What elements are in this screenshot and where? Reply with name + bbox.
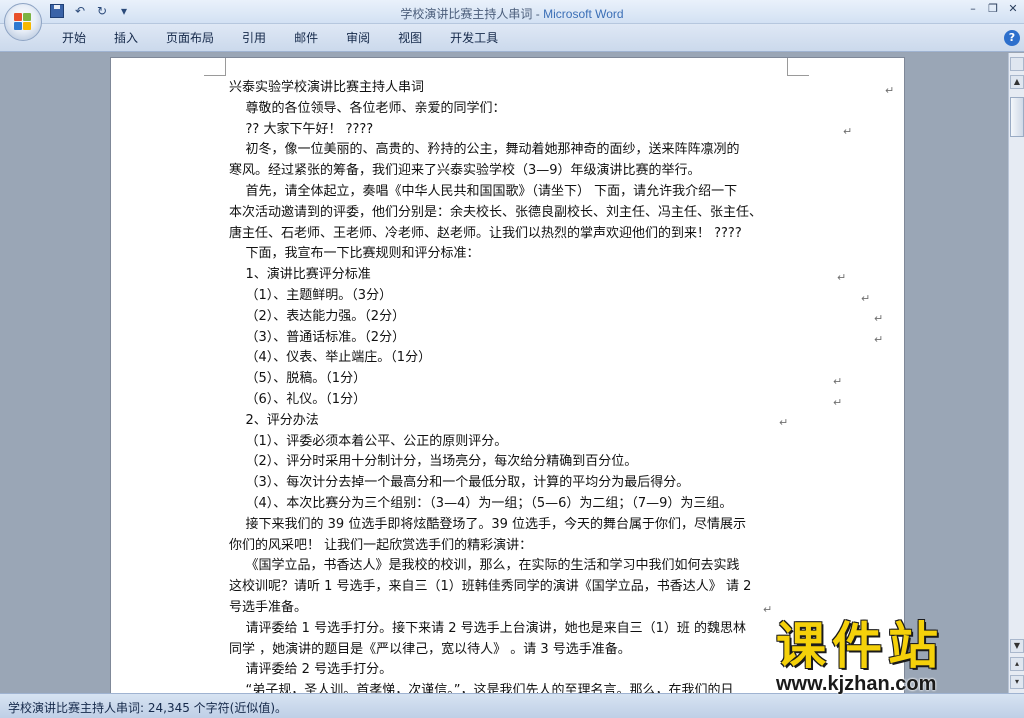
- window-controls: – ❐ ✕: [966, 2, 1020, 15]
- document-area: 兴泰实验学校演讲比赛主持人串词 尊敬的各位领导、各位老师、亲爱的同学们： ?? …: [0, 53, 1008, 693]
- document-line: （6）、礼仪。（1分）: [229, 391, 367, 407]
- document-line: ?? 大家下午好！ ????: [229, 121, 374, 137]
- office-logo-icon: [14, 13, 32, 31]
- document-line: （2）、评分时采用十分制计分，当场亮分，每次给分精确到百分位。: [229, 454, 638, 470]
- document-line: （4）、仪表、举止端庄。（1分）: [229, 350, 432, 366]
- document-line: 1、演讲比赛评分标准: [229, 267, 371, 283]
- document-line: 尊敬的各位领导、各位老师、亲爱的同学们：: [229, 100, 506, 116]
- document-line: 本次活动邀请到的评委，他们分别是：余夫校长、张德良副校长、刘主任、冯主任、张主任…: [229, 204, 763, 220]
- document-line: （3）、普通话标准。（2分）: [229, 329, 406, 345]
- app-name: Microsoft Word: [543, 7, 624, 21]
- page-corner-mark: [787, 58, 809, 76]
- status-bar: 学校演讲比赛主持人串词: 24,345 个字符(近似值)。: [0, 693, 1024, 718]
- ribbon-tab[interactable]: 开始: [48, 30, 100, 46]
- document-line: 请评委给 1 号选手打分。接下来请 2 号选手上台演讲，她也是来自三（1）班 的…: [229, 620, 747, 636]
- restore-button[interactable]: ❐: [986, 2, 1000, 15]
- document-line: 号选手准备。: [229, 599, 308, 615]
- watermark-logo: 课件站 www.kjzhan.com: [776, 618, 1016, 694]
- ribbon-tab[interactable]: 视图: [384, 30, 436, 46]
- document-line: 首先，请全体起立，奏唱《中华人民共和国国歌》（请坐下） 下面，请允许我介绍一下: [229, 183, 738, 199]
- ribbon-tab[interactable]: 邮件: [280, 30, 332, 46]
- paragraph-mark: ↵: [861, 292, 871, 305]
- document-line: 寒风。经过紧张的筹备，我们迎来了兴泰实验学校（3—9）年级演讲比赛的举行。: [229, 163, 701, 179]
- ribbon-tab[interactable]: 引用: [228, 30, 280, 46]
- document-line: 这校训呢？请听 1 号选手，来自三（1）班韩佳秀同学的演讲《国学立品，书香达人》…: [229, 579, 752, 595]
- paragraph-mark: ↵: [779, 416, 789, 429]
- document-title: 学校演讲比赛主持人串词: [400, 7, 533, 21]
- document-line: （1）、主题鲜明。（3分）: [229, 287, 393, 303]
- watermark-brand: 课件站: [776, 617, 944, 675]
- paragraph-mark: ↵: [874, 312, 884, 325]
- scroll-up-icon[interactable]: ▲: [1010, 75, 1024, 89]
- vertical-scrollbar[interactable]: ▲ ▼ ▴ ▾: [1008, 53, 1024, 693]
- document-line: 唐主任、石老师、王老师、冷老师、赵老师。让我们以热烈的掌声欢迎他们的到来！ ??…: [229, 225, 742, 241]
- ribbon-tabs: 开始 插入 页面布局 引用 邮件 审阅 视图 开发工具: [48, 30, 512, 46]
- close-button[interactable]: ✕: [1006, 2, 1020, 15]
- document-line: （2）、表达能力强。（2分）: [229, 308, 406, 324]
- document-line: 《国学立品，书香达人》是我校的校训，那么，在实际的生活和学习中我们如何去实践: [229, 558, 740, 574]
- document-line: 同学 ，她演讲的题目是《严以律己，宽以待人》 。请 3 号选手准备。: [229, 641, 631, 657]
- title-bar: ↶ ↻ ▾ 学校演讲比赛主持人串词 - Microsoft Word – ❐ ✕: [0, 0, 1024, 24]
- minimize-button[interactable]: –: [966, 2, 980, 15]
- document-line: 接下来我们的 39 位选手即将炫酷登场了。39 位选手，今天的舞台属于你们，尽情…: [229, 516, 747, 532]
- ribbon-tab[interactable]: 开发工具: [436, 30, 512, 46]
- paragraph-mark: ↵: [833, 375, 843, 388]
- paragraph-mark: ↵: [885, 84, 895, 97]
- document-line: 请评委给 2 号选手打分。: [229, 662, 393, 678]
- help-icon[interactable]: ?: [1004, 30, 1020, 46]
- ribbon-tab[interactable]: 审阅: [332, 30, 384, 46]
- office-button[interactable]: [4, 3, 42, 41]
- document-line: 初冬，像一位美丽的、高贵的、矜持的公主，舞动着她那神奇的面纱，送来阵阵凛冽的: [229, 142, 740, 158]
- title-separator: -: [532, 7, 544, 21]
- document-line: 2、评分办法: [229, 412, 319, 428]
- document-line: （4）、本次比赛分为三个组别：（3—4）为一组；（5—6）为二组；（7—9）为三…: [229, 495, 733, 511]
- status-text: 学校演讲比赛主持人串词: 24,345 个字符(近似值)。: [8, 701, 288, 715]
- document-line: “弟子规，圣人训。首孝悌，次谨信。”，这是我们先人的至理名言。那么，在我们的日: [229, 683, 734, 693]
- ribbon: 开始 插入 页面布局 引用 邮件 审阅 视图 开发工具 ?: [0, 24, 1024, 52]
- window-title: 学校演讲比赛主持人串词 - Microsoft Word: [0, 5, 1024, 22]
- paragraph-mark: ↵: [843, 125, 853, 138]
- document-line: （5）、脱稿。（1分）: [229, 371, 367, 387]
- document-line: （1）、评委必须本着公平、公正的原则评分。: [229, 433, 508, 449]
- paragraph-mark: ↵: [763, 603, 773, 616]
- page-corner-mark: [204, 58, 226, 76]
- scroll-thumb[interactable]: [1010, 97, 1024, 137]
- document-line: 下面，我宣布一下比赛规则和评分标准：: [229, 246, 480, 262]
- document-line: 你们的风采吧！ 让我们一起欣赏选手们的精彩演讲：: [229, 537, 533, 553]
- document-line: 兴泰实验学校演讲比赛主持人串词: [229, 80, 425, 95]
- ruler-toggle-icon[interactable]: [1010, 57, 1024, 71]
- document-page[interactable]: 兴泰实验学校演讲比赛主持人串词 尊敬的各位领导、各位老师、亲爱的同学们： ?? …: [110, 57, 905, 693]
- paragraph-mark: ↵: [837, 271, 847, 284]
- paragraph-mark: ↵: [874, 333, 884, 346]
- watermark-url: www.kjzhan.com: [776, 673, 937, 695]
- ribbon-tab[interactable]: 页面布局: [152, 30, 228, 46]
- ribbon-tab[interactable]: 插入: [100, 30, 152, 46]
- document-body[interactable]: 兴泰实验学校演讲比赛主持人串词 尊敬的各位领导、各位老师、亲爱的同学们： ?? …: [229, 78, 789, 693]
- document-line: （3）、每次计分去掉一个最高分和一个最低分取，计算的平均分为最后得分。: [229, 475, 690, 491]
- paragraph-mark: ↵: [833, 396, 843, 409]
